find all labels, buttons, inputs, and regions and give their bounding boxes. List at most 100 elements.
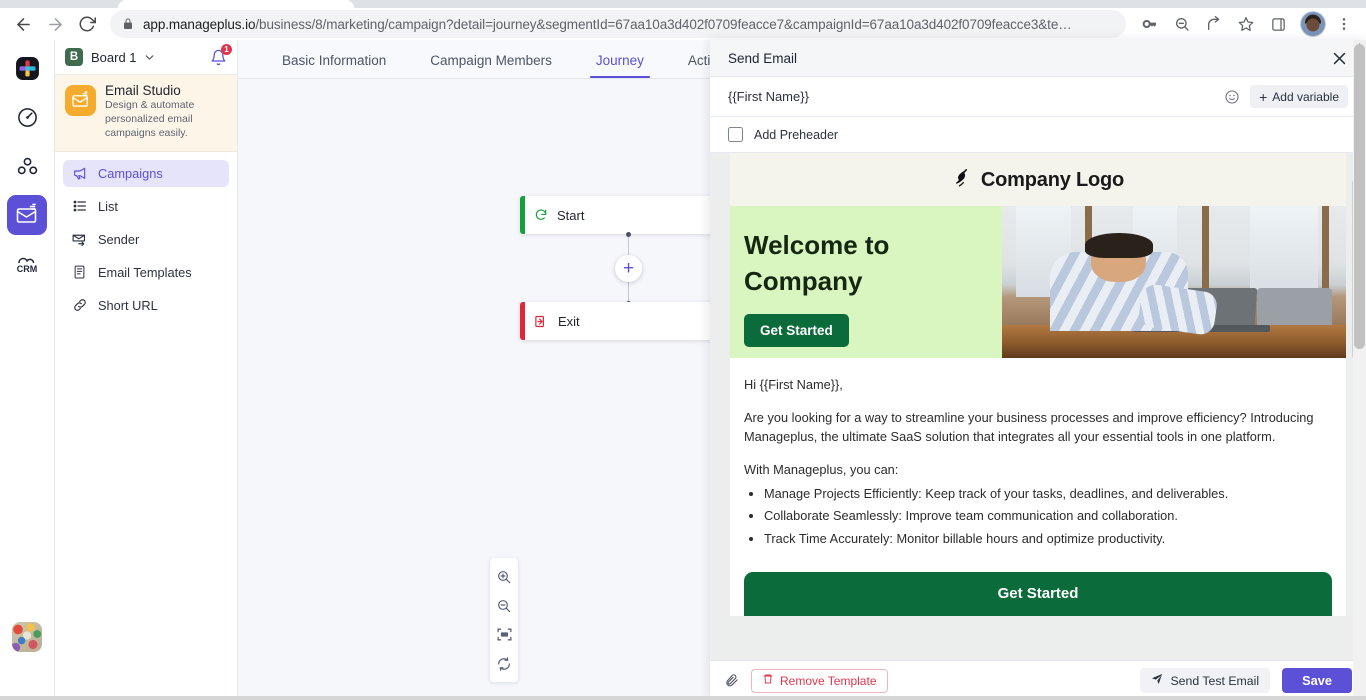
- send-test-email-button[interactable]: Send Test Email: [1140, 668, 1271, 693]
- paperclip-icon[interactable]: [724, 673, 739, 688]
- magnifier-plus-icon[interactable]: [490, 562, 518, 591]
- page-scrollbar-thumb[interactable]: [1354, 44, 1365, 349]
- sidebar-item-label: List: [98, 198, 118, 214]
- sidebar-nav-list: Campaigns List Sender Email Templates Sh…: [55, 152, 237, 325]
- tab-basic-information[interactable]: Basic Information: [260, 53, 408, 78]
- add-variable-button[interactable]: + Add variable: [1250, 85, 1348, 108]
- back-arrow-icon[interactable]: [8, 9, 38, 39]
- email-hero-left: Welcome to Company Get Started: [730, 206, 1002, 358]
- company-flame-logo-icon: [952, 167, 972, 193]
- app-logo-icon[interactable]: [7, 48, 47, 88]
- email-bullet-list: Manage Projects Efficiently: Keep track …: [764, 484, 1332, 548]
- profile-avatar[interactable]: [1300, 11, 1326, 37]
- browser-tab-strip[interactable]: [0, 0, 1366, 8]
- journey-node-label: Start: [557, 207, 585, 223]
- emoji-smiley-icon[interactable]: [1224, 89, 1240, 105]
- email-hero: Welcome to Company Get Started: [730, 206, 1346, 358]
- journey-node-label: Exit: [558, 313, 580, 329]
- email-body: Hi {{First Name}}, Are you looking for a…: [730, 358, 1346, 566]
- crm-cloud-icon[interactable]: CRM: [7, 244, 47, 284]
- tab-campaign-members[interactable]: Campaign Members: [408, 53, 574, 78]
- sidebar-item-label: Campaigns: [98, 165, 163, 181]
- sidebar-item-campaigns[interactable]: Campaigns: [63, 159, 229, 187]
- preheader-row: Add Preheader: [710, 117, 1366, 153]
- email-preview-area: Company Logo Welcome to Company Get Star…: [710, 153, 1366, 660]
- chevron-down-icon[interactable]: [143, 51, 156, 64]
- email-list-intro: With Manageplus, you can:: [744, 461, 899, 477]
- share-icon[interactable]: [1200, 10, 1228, 38]
- forward-arrow-icon[interactable]: [40, 9, 70, 39]
- man-working-on-laptop-photo: [1002, 206, 1346, 358]
- remove-template-button[interactable]: Remove Template: [751, 668, 888, 693]
- email-template: Company Logo Welcome to Company Get Star…: [730, 153, 1346, 617]
- application-window: CRM B Board 1 1 Email Studio Design & au: [0, 40, 1366, 700]
- user-avatar-thumbnail[interactable]: [12, 622, 42, 652]
- side-panel-icon[interactable]: [1264, 10, 1292, 38]
- sidebar-item-email-studio[interactable]: [7, 195, 47, 235]
- star-icon[interactable]: [1232, 10, 1260, 38]
- email-logo-bar: Company Logo: [730, 153, 1346, 206]
- primary-icon-rail: CRM: [0, 40, 55, 700]
- drawer-header: Send Email: [710, 40, 1366, 77]
- company-logo-text: Company Logo: [980, 168, 1125, 191]
- key-icon[interactable]: [1136, 10, 1164, 38]
- canvas-zoom-toolbar: [490, 558, 518, 682]
- subject-input[interactable]: [728, 89, 1215, 104]
- journey-node-exit[interactable]: Exit: [520, 302, 738, 340]
- lock-icon: [122, 18, 134, 30]
- sidebar-item-sender[interactable]: Sender: [63, 226, 229, 253]
- svg-text:CRM: CRM: [17, 264, 38, 274]
- email-bullet: Manage Projects Efficiently: Keep track …: [764, 484, 1332, 503]
- sidebar-item-label: Short URL: [98, 297, 158, 313]
- close-icon[interactable]: [1331, 50, 1348, 67]
- sidebar-item-email-templates[interactable]: Email Templates: [63, 259, 229, 286]
- email-cta-button[interactable]: Get Started: [744, 572, 1332, 617]
- exit-door-icon: [534, 314, 549, 329]
- url-host: app.manageplus.io: [143, 16, 256, 32]
- email-bullet: Collaborate Seamlessly: Improve team com…: [764, 506, 1332, 525]
- journey-node-start[interactable]: Start: [520, 196, 738, 234]
- secondary-sidebar: B Board 1 1 Email Studio Design & automa…: [55, 40, 238, 700]
- email-studio-icon: [65, 85, 96, 116]
- board-name: Board 1: [91, 49, 137, 65]
- email-preview-scroll[interactable]: Company Logo Welcome to Company Get Star…: [730, 153, 1346, 660]
- address-bar[interactable]: app.manageplus.io/business/8/marketing/c…: [110, 10, 1126, 38]
- email-bullet: Track Time Accurately: Monitor billable …: [764, 529, 1332, 548]
- notification-bell-icon[interactable]: 1: [210, 43, 232, 66]
- email-greeting: Hi {{First Name}},: [744, 377, 843, 392]
- board-selector[interactable]: B Board 1 1: [55, 40, 237, 75]
- subject-row: + Add variable: [710, 77, 1366, 117]
- fit-screen-icon[interactable]: [490, 620, 518, 649]
- drawer-footer: Remove Template Send Test Email Save: [710, 660, 1366, 700]
- send-email-drawer: Send Email + Add variable Add Preheader: [710, 40, 1366, 700]
- email-paragraph-1: Are you looking for a way to streamline …: [744, 409, 1314, 444]
- browser-active-tab[interactable]: [118, 0, 354, 8]
- add-preheader-checkbox[interactable]: [728, 127, 743, 142]
- add-journey-step-button[interactable]: +: [615, 255, 642, 282]
- trash-icon: [762, 673, 774, 688]
- speedometer-icon[interactable]: [7, 97, 47, 137]
- plus-icon: +: [1259, 88, 1268, 105]
- sidebar-item-list[interactable]: List: [63, 193, 229, 220]
- save-button[interactable]: Save: [1282, 668, 1352, 693]
- zoom-out-icon[interactable]: [1168, 10, 1196, 38]
- refresh-icon[interactable]: [490, 649, 518, 678]
- start-refresh-icon: [534, 208, 548, 222]
- people-group-icon[interactable]: [7, 146, 47, 186]
- sidebar-item-label: Sender: [98, 231, 140, 247]
- avatar-face: [1306, 18, 1320, 32]
- rail-bottom-section: [12, 622, 42, 652]
- sender-envelope-icon: [71, 231, 88, 248]
- sidebar-item-label: Email Templates: [98, 264, 192, 280]
- email-logo: Company Logo: [952, 167, 1124, 193]
- reload-icon[interactable]: [72, 9, 102, 39]
- email-studio-card[interactable]: Email Studio Design & automate personali…: [55, 75, 237, 152]
- three-dot-menu-icon[interactable]: [1330, 10, 1358, 38]
- magnifier-minus-icon[interactable]: [490, 591, 518, 620]
- browser-toolbar: app.manageplus.io/business/8/marketing/c…: [0, 8, 1366, 40]
- email-studio-title: Email Studio: [105, 83, 181, 98]
- sidebar-item-short-url[interactable]: Short URL: [63, 292, 229, 319]
- tab-journey[interactable]: Journey: [574, 53, 666, 78]
- page-scrollbar[interactable]: ▲: [1353, 40, 1366, 700]
- email-hero-button[interactable]: Get Started: [744, 313, 849, 347]
